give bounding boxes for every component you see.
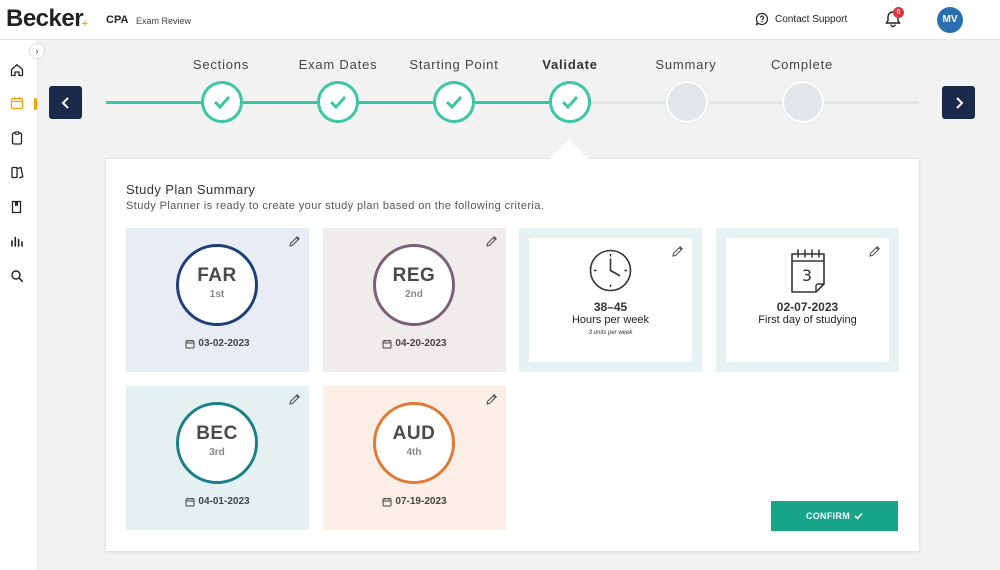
exam-date-value: 03-02-2023 bbox=[198, 338, 250, 349]
contact-support-link[interactable]: Contact Support bbox=[755, 12, 847, 26]
logo-plus-mark: + bbox=[82, 19, 88, 30]
product-name: CPA bbox=[106, 14, 129, 26]
books-icon[interactable] bbox=[9, 164, 25, 180]
step-exam-dates[interactable] bbox=[317, 81, 359, 123]
step-sections[interactable] bbox=[201, 81, 243, 123]
step-starting-point[interactable] bbox=[433, 81, 475, 123]
notification-count-badge: 6 bbox=[893, 7, 904, 18]
start-card-inner: 3 02-07-2023 First day of studying bbox=[726, 238, 889, 362]
calendar-small-icon bbox=[185, 497, 195, 506]
home-icon[interactable] bbox=[9, 62, 25, 78]
exam-date-value: 07-19-2023 bbox=[395, 496, 447, 507]
section-ring: AUD 4th bbox=[373, 402, 455, 484]
active-indicator bbox=[34, 98, 37, 110]
step-label-validate: Validate bbox=[542, 57, 598, 72]
step-summary[interactable] bbox=[666, 81, 708, 123]
hours-label: Hours per week bbox=[571, 314, 650, 326]
pencil-edit-icon[interactable] bbox=[868, 245, 881, 258]
becker-logo[interactable]: Becker bbox=[6, 5, 84, 33]
section-card-far: FAR 1st 03-02-2023 bbox=[126, 228, 309, 372]
sidebar-expand-toggle[interactable]: › bbox=[29, 43, 45, 59]
hours-note: 3 units per week bbox=[588, 330, 633, 336]
hours-range: 38–45 bbox=[593, 300, 628, 314]
step-label-summary: Summary bbox=[655, 57, 717, 72]
section-code: REG bbox=[392, 265, 436, 286]
hours-per-week-card: 38–45 Hours per week 3 units per week bbox=[519, 228, 702, 372]
check-icon bbox=[561, 95, 579, 109]
calendar-small-icon bbox=[382, 339, 392, 348]
exam-date: 04-20-2023 bbox=[323, 338, 506, 349]
step-label-complete: Complete bbox=[770, 57, 834, 72]
section-order: 4th bbox=[406, 447, 422, 458]
section-code: BEC bbox=[196, 423, 238, 444]
sidebar bbox=[0, 40, 38, 570]
bar-chart-icon[interactable] bbox=[9, 233, 25, 249]
contact-support-label: Contact Support bbox=[775, 13, 848, 25]
section-card-reg: REG 2nd 04-20-2023 bbox=[323, 228, 506, 372]
summary-title: Study Plan Summary bbox=[126, 182, 256, 197]
section-card-aud: AUD 4th 07-19-2023 bbox=[323, 386, 506, 530]
exam-date: 04-01-2023 bbox=[126, 496, 309, 507]
exam-date-value: 04-20-2023 bbox=[395, 338, 447, 349]
pencil-edit-icon[interactable] bbox=[671, 245, 684, 258]
pencil-edit-icon[interactable] bbox=[485, 235, 498, 248]
step-validate[interactable] bbox=[549, 81, 591, 123]
pencil-edit-icon[interactable] bbox=[288, 235, 301, 248]
start-date-card: 3 02-07-2023 First day of studying bbox=[716, 228, 899, 372]
section-ring: BEC 3rd bbox=[176, 402, 258, 484]
bookmark-book-icon[interactable] bbox=[9, 199, 25, 215]
confirm-button[interactable]: CONFIRM bbox=[771, 501, 898, 531]
summary-subtitle: Study Planner is ready to create your st… bbox=[126, 200, 545, 212]
clock-icon bbox=[589, 249, 632, 292]
section-order: 2nd bbox=[405, 289, 423, 300]
chat-help-icon bbox=[755, 12, 769, 26]
section-order: 1st bbox=[209, 289, 225, 300]
calendar-icon[interactable] bbox=[9, 95, 25, 111]
section-card-bec: BEC 3rd 04-01-2023 bbox=[126, 386, 309, 530]
product-subtitle: Exam Review bbox=[136, 16, 192, 26]
step-label-sections: Sections bbox=[192, 57, 250, 72]
confirm-label: CONFIRM bbox=[805, 511, 851, 521]
user-avatar[interactable]: MV bbox=[937, 7, 963, 33]
step-complete[interactable] bbox=[782, 81, 824, 123]
check-icon bbox=[329, 95, 347, 109]
panel-pointer bbox=[549, 140, 589, 159]
exam-date: 03-02-2023 bbox=[126, 338, 309, 349]
top-bar: Becker + CPA Exam Review Contact Support… bbox=[0, 0, 1000, 40]
start-date-label: First day of studying bbox=[758, 314, 857, 326]
check-icon bbox=[854, 512, 863, 520]
hours-card-inner: 38–45 Hours per week 3 units per week bbox=[529, 238, 692, 362]
calendar-day-number: 3 bbox=[802, 266, 812, 285]
step-label-exam-dates: Exam Dates bbox=[298, 57, 378, 72]
section-order: 3rd bbox=[209, 447, 225, 458]
calendar-small-icon bbox=[185, 339, 195, 348]
section-code: AUD bbox=[392, 423, 436, 444]
pencil-edit-icon[interactable] bbox=[288, 393, 301, 406]
search-icon[interactable] bbox=[9, 268, 25, 284]
previous-step-button[interactable] bbox=[49, 86, 82, 119]
step-label-starting-point: Starting Point bbox=[409, 57, 499, 72]
clipboard-icon[interactable] bbox=[9, 130, 25, 146]
section-code: FAR bbox=[197, 265, 237, 286]
chevron-right-icon bbox=[955, 96, 963, 109]
section-ring: FAR 1st bbox=[176, 244, 258, 326]
calendar-small-icon bbox=[382, 497, 392, 506]
pencil-edit-icon[interactable] bbox=[485, 393, 498, 406]
stepper-remaining-line bbox=[571, 101, 919, 104]
check-icon bbox=[213, 95, 231, 109]
chevron-left-icon bbox=[61, 96, 69, 109]
next-step-button[interactable] bbox=[942, 86, 975, 119]
exam-date-value: 04-01-2023 bbox=[198, 496, 250, 507]
exam-date: 07-19-2023 bbox=[323, 496, 506, 507]
check-icon bbox=[445, 95, 463, 109]
start-date-value: 02-07-2023 bbox=[776, 300, 839, 314]
tear-off-calendar-icon: 3 bbox=[791, 249, 825, 293]
section-ring: REG 2nd bbox=[373, 244, 455, 326]
